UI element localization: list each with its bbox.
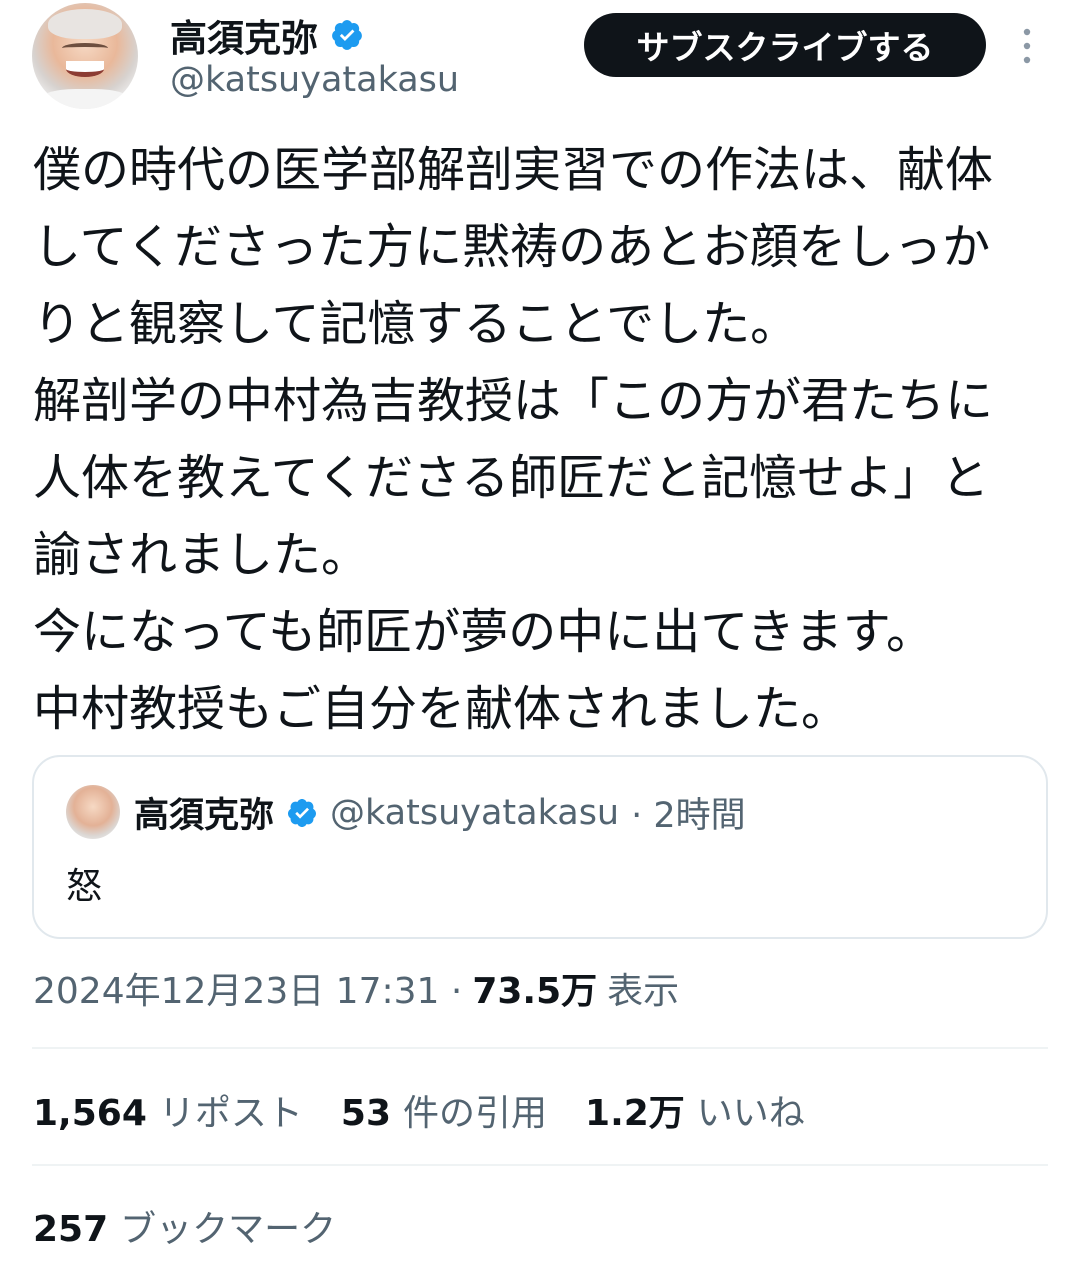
quoted-author-name: 高須克弥 xyxy=(134,796,275,836)
author-display-name[interactable]: 高須克弥 xyxy=(170,8,318,62)
bookmarks-stat[interactable]: 257 ブックマーク xyxy=(33,1200,336,1252)
tweet-text-line: りと観察して記憶することでした。 xyxy=(33,296,799,352)
quoted-tweet-text: 怒 xyxy=(66,866,103,907)
tweet-meta: 2024年12月23日 17:31 · 73.5万 表示 xyxy=(33,962,679,1014)
quoted-author-row: 高須克弥 @katsuyatakasu · 2時間 xyxy=(134,787,746,838)
quotes-stat[interactable]: 53 件の引用 xyxy=(341,1084,547,1136)
bookmarks-count: 257 xyxy=(33,1209,109,1250)
tweet-text-line: 今になっても師匠が夢の中に出てきます。 xyxy=(33,604,934,660)
reposts-stat[interactable]: 1,564 リポスト xyxy=(33,1084,303,1136)
divider xyxy=(32,1047,1048,1049)
tweet-timestamp[interactable]: 2024年12月23日 17:31 · xyxy=(33,962,462,1014)
tweet-text-line: 諭されました。 xyxy=(33,527,370,583)
verified-badge-icon xyxy=(332,20,362,50)
more-vertical-icon[interactable] xyxy=(1016,26,1038,66)
views-label: 表示 xyxy=(607,971,680,1012)
tweet-text-line: 僕の時代の医学部解剖実習での作法は、献体 xyxy=(33,142,994,198)
tweet-text-line: 中村教授もご自分を献体されました。 xyxy=(33,681,850,737)
author-avatar[interactable] xyxy=(32,3,138,109)
quoted-tweet-card[interactable]: 高須克弥 @katsuyatakasu · 2時間 怒 xyxy=(32,755,1048,939)
quoted-tweet-time: · 2時間 xyxy=(631,796,746,836)
tweet-text-line: 解剖学の中村為吉教授は「この方が君たちに xyxy=(33,373,994,429)
views-count: 73.5万 xyxy=(472,971,598,1012)
quotes-count: 53 xyxy=(340,1093,391,1134)
author-handle[interactable]: @katsuyatakasu xyxy=(170,60,459,100)
quoted-author-handle: @katsuyatakasu xyxy=(330,792,620,833)
likes-label: いいね xyxy=(696,1093,805,1134)
tweet-text-line: してくださった方に黙祷のあとお顔をしっか xyxy=(33,219,991,275)
quotes-label: 件の引用 xyxy=(403,1093,548,1134)
reposts-count: 1,564 xyxy=(33,1093,147,1134)
engagement-stats: 1,564 リポスト 53 件の引用 1.2万 いいね xyxy=(33,1084,843,1136)
tweet-text-line: 人体を教えてくださる師匠だと記憶せよ」と xyxy=(33,450,990,506)
reposts-label: リポスト xyxy=(158,1093,303,1134)
tweet-text: 僕の時代の医学部解剖実習での作法は、献体 してくださった方に黙祷のあとお顔をしっ… xyxy=(33,132,1043,748)
divider xyxy=(32,1164,1048,1166)
subscribe-button[interactable]: サブスクライブする xyxy=(584,13,986,77)
likes-stat[interactable]: 1.2万 いいね xyxy=(585,1084,805,1136)
likes-count: 1.2万 xyxy=(585,1093,685,1134)
tweet-detail: 高須克弥 @katsuyatakasu サブスクライブする 僕の時代の医学部解剖… xyxy=(0,0,1080,1277)
verified-badge-icon xyxy=(288,798,317,827)
quoted-author-avatar xyxy=(66,785,120,839)
bookmarks-label: ブックマーク xyxy=(120,1209,337,1250)
author-name-row: 高須克弥 xyxy=(170,8,364,62)
